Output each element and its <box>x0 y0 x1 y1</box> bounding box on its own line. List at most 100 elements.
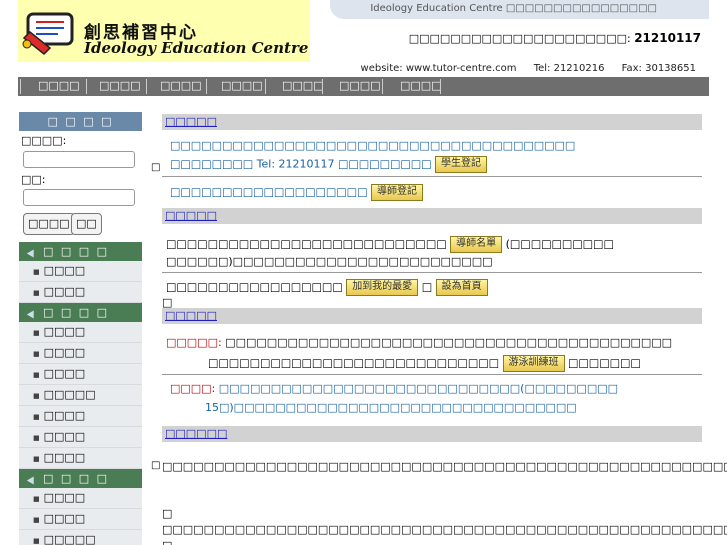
register-button[interactable]: □□ <box>71 213 102 235</box>
sidebar-item-label: □□□□ <box>43 451 86 464</box>
section1-line3: □□□□□□□□□□□□□□□□□□□ 導師登記 <box>170 184 423 201</box>
password-input[interactable] <box>23 189 135 206</box>
section2-line3: □□□□□□□□□□□□□□□□□ 加到我的最愛 □ 設為首頁 <box>166 279 488 296</box>
login-button[interactable]: □□□□ <box>23 213 75 235</box>
nav-separator <box>440 79 441 94</box>
section-header-4: □□□□□□ <box>162 426 702 442</box>
sidebar-item[interactable]: ■ □□□□□ <box>19 385 142 406</box>
swim-class-button[interactable]: 游泳訓練班 <box>502 355 565 372</box>
bullet-icon: ■ <box>33 329 40 337</box>
bullet-icon: ■ <box>33 434 40 442</box>
fax-text: Fax: 30138651 <box>621 63 696 74</box>
section3-label1: □□□□□: <box>166 336 222 349</box>
nav-item-5[interactable]: □□□□ <box>282 79 324 92</box>
add-favorite-button[interactable]: 加到我的最愛 <box>346 279 419 296</box>
sidebar-item-label: □□□□ <box>43 264 86 277</box>
logo-area[interactable]: 創思補習中心 Ideology Education Centre <box>18 0 310 62</box>
sidebar-item[interactable]: ■ □□□□ <box>19 509 142 530</box>
section1-line2-text: □□□□□□□□ Tel: 21210117 □□□□□□□□□ <box>170 157 432 171</box>
sidebar-item-label: □□□□ <box>43 285 86 298</box>
nav-item-7[interactable]: □□□□ <box>400 79 442 92</box>
sidebar-item[interactable]: ■ □□□□ <box>19 427 142 448</box>
section3-line4: 15□)□□□□□□□□□□□□□□□□□□□□□□□□□□□□□□□□□ <box>205 401 577 414</box>
stray-glyph: □ <box>421 280 433 294</box>
enquiry-phone: 21210117 <box>634 31 701 45</box>
nav-separator <box>322 79 323 94</box>
bullet-icon: ■ <box>33 289 40 297</box>
username-label: □□□□: <box>21 134 67 147</box>
password-label: □□: <box>21 173 46 186</box>
sidebar-item-label: □□□□ <box>43 346 86 359</box>
top-info-text: Ideology Education Centre □□□□□□□□□□□□□□… <box>370 3 657 14</box>
section2-line1: □□□□□□□□□□□□□□□□□□□□□□□□□□□ 導師名單 (□□□□□□… <box>166 236 614 253</box>
sidebar-section-1[interactable]: □ □ □ □ <box>19 242 142 261</box>
sidebar-section-3[interactable]: □ □ □ □ <box>19 469 142 488</box>
section-title-link[interactable]: □□□□□□ <box>165 427 227 440</box>
section2-line1-text: □□□□□□□□□□□□□□□□□□□□□□□□□□□ <box>166 237 447 251</box>
section2-line2: □□□□□□)□□□□□□□□□□□□□□□□□□□□□□□□□ <box>166 255 493 268</box>
bullet-icon: ■ <box>33 455 40 463</box>
nav-item-4[interactable]: □□□□ <box>221 79 263 92</box>
bullet-icon: ■ <box>33 413 40 421</box>
sidebar-item-label: □□□□□ <box>43 533 96 545</box>
bullet-icon: ■ <box>33 392 40 400</box>
nav-item-3[interactable]: □□□□ <box>160 79 202 92</box>
logo-english-name: Ideology Education Centre <box>84 39 309 57</box>
body-paragraph-1: □□□□□□□□□□□□□□□□□□□□□□□□□□□□□□□□□□□□□□□□… <box>162 460 727 473</box>
set-homepage-button[interactable]: 設為首頁 <box>435 279 488 296</box>
sidebar: □ □ □ □ □□□□: □□: □□□□ □□ □ □ □ □ ■ □□□□ … <box>19 112 142 545</box>
divider <box>162 272 702 273</box>
section1-line3-text: □□□□□□□□□□□□□□□□□□□ <box>170 185 368 199</box>
bullet-icon: ■ <box>33 537 40 545</box>
student-register-button[interactable]: 學生登記 <box>435 156 488 173</box>
sidebar-item-label: □□□□ <box>43 367 86 380</box>
section-title-link[interactable]: □□□□□ <box>165 209 217 222</box>
sidebar-item[interactable]: ■ □□□□ <box>19 364 142 385</box>
nav-item-6[interactable]: □□□□ <box>339 79 381 92</box>
section2-line1b-text: (□□□□□□□□□□ <box>505 237 614 251</box>
section3-line2: □□□□□□□□□□□□□□□□□□□□□□□□□□□□ 游泳訓練班 □□□□□… <box>208 355 641 372</box>
sidebar-section-label: □ □ □ □ <box>43 472 110 485</box>
sidebar-item[interactable]: ■ □□□□ <box>19 282 142 303</box>
bullet-icon: ■ <box>33 371 40 379</box>
sidebar-item[interactable]: ■ □□□□ <box>19 406 142 427</box>
sidebar-item-label: □□□□ <box>43 409 86 422</box>
sidebar-item[interactable]: ■ □□□□□ <box>19 530 142 545</box>
top-info-bar: Ideology Education Centre □□□□□□□□□□□□□□… <box>330 0 709 19</box>
sidebar-menu: □ □ □ □ ■ □□□□ ■ □□□□ □ □ □ □ ■ □□□□ ■ □□□□ … <box>19 242 142 545</box>
bullet-icon: ■ <box>33 495 40 503</box>
sidebar-item[interactable]: ■ □□□□ <box>19 261 142 282</box>
section3-line2b-text: □□□□□□□ <box>568 356 641 370</box>
sidebar-item-label: □□□□ <box>43 430 86 443</box>
section-title-link[interactable]: □□□□□ <box>165 115 217 128</box>
username-input[interactable] <box>23 151 135 168</box>
sidebar-item-label: □□□□□ <box>43 388 96 401</box>
enquiry-label: □□□□□□□□□□□□□□□□□□□□□: <box>408 32 631 45</box>
tutor-register-button[interactable]: 導師登記 <box>370 184 423 201</box>
nav-item-1[interactable]: □□□□ <box>38 79 80 92</box>
section-title-link[interactable]: □□□□□ <box>165 309 217 322</box>
tutor-list-button[interactable]: 導師名單 <box>450 236 503 253</box>
sidebar-item[interactable]: ■ □□□□ <box>19 343 142 364</box>
sidebar-item[interactable]: ■ □□□□ <box>19 448 142 469</box>
section-arrow-icon <box>26 308 38 319</box>
sidebar-section-2[interactable]: □ □ □ □ <box>19 303 142 322</box>
enquiry-line: □□□□□□□□□□□□□□□□□□□□□: 21210117 <box>409 31 701 45</box>
sidebar-item-label: □□□□ <box>43 325 86 338</box>
section3-line1-text: □□□□□□□□□□□□□□□□□□□□□□□□□□□□□□□□□□□□□□□□… <box>225 336 673 349</box>
contact-line: website: www.tutor-centre.com Tel: 21210… <box>361 63 696 74</box>
section-header-1: □□□□□ <box>162 114 702 130</box>
section3-line2-text: □□□□□□□□□□□□□□□□□□□□□□□□□□□□ <box>208 356 500 370</box>
tel-text: Tel: 21210216 <box>533 63 605 74</box>
sidebar-item-label: □□□□ <box>43 491 86 504</box>
body-paragraph-2: □ <box>162 507 173 520</box>
section1-line1: □□□□□□□□□□□□□□□□□□□□□□□□□□□□□□□□□□□□□□□ <box>170 139 576 152</box>
section3-label2: □□□□: <box>170 382 216 395</box>
nav-item-2[interactable]: □□□□ <box>99 79 141 92</box>
sidebar-item[interactable]: ■ □□□□ <box>19 322 142 343</box>
bullet-icon: ■ <box>33 516 40 524</box>
section-arrow-icon <box>26 247 38 258</box>
sidebar-item[interactable]: ■ □□□□ <box>19 488 142 509</box>
section3-line3-text: □□□□□□□□□□□□□□□□□□□□□□□□□□□□□(□□□□□□□□□ <box>218 382 619 395</box>
bullet-icon: ■ <box>33 268 40 276</box>
